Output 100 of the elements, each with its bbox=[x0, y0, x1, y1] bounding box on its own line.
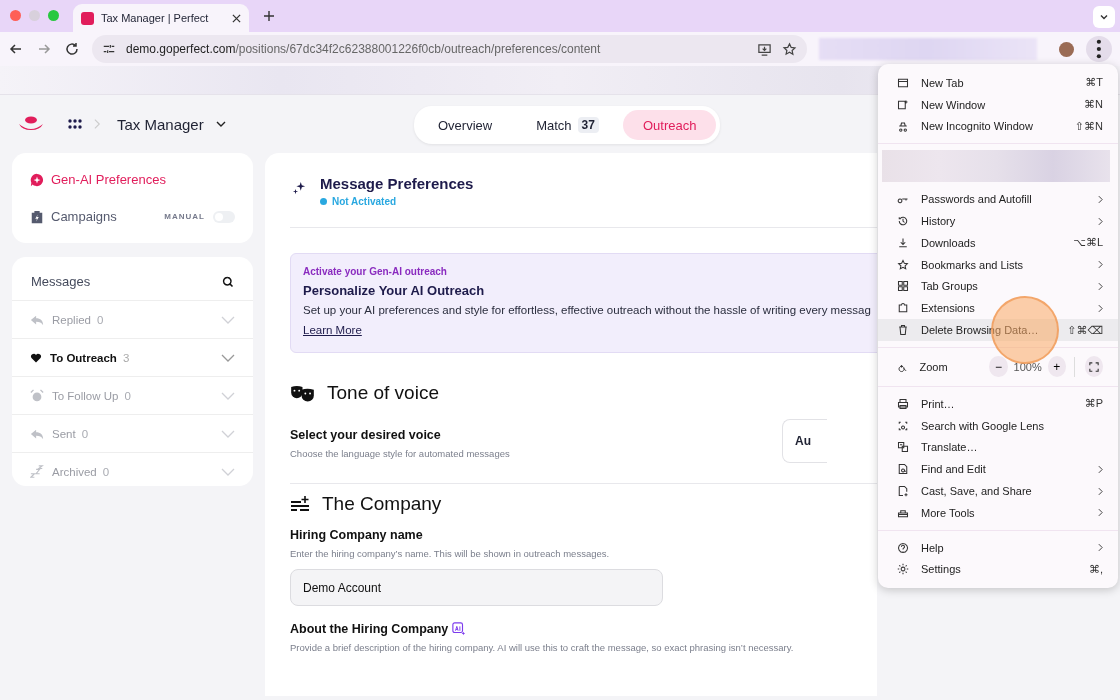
download-icon bbox=[897, 236, 909, 249]
chevron-right-icon bbox=[1098, 508, 1103, 518]
field-label: About the Hiring Company bbox=[290, 622, 449, 636]
menu-item[interactable]: New Tab ⌘T bbox=[878, 72, 1118, 94]
sidebar-nav-item[interactable]: Campaigns bbox=[30, 209, 165, 224]
folder-row[interactable]: To Outreach 3 bbox=[12, 339, 253, 377]
address-bar[interactable]: demo.goperfect.com/positions/67dc34f2c62388001226f0cb/outreach/preferences/content bbox=[92, 35, 808, 63]
chevron-right-icon bbox=[1098, 464, 1103, 474]
status-label: Not Activated bbox=[320, 196, 474, 207]
count-badge: 37 bbox=[577, 117, 599, 133]
star-icon bbox=[897, 258, 909, 271]
panel-title: Messages bbox=[31, 274, 91, 289]
menu-item[interactable]: History bbox=[878, 210, 1118, 232]
field-label: Select your desired voice bbox=[290, 427, 442, 442]
menu-item[interactable]: Settings ⌘, bbox=[878, 558, 1118, 581]
reload-icon[interactable] bbox=[64, 41, 80, 57]
view-tab[interactable]: Match 37 bbox=[516, 110, 619, 140]
menu-item[interactable]: More Tools bbox=[878, 501, 1118, 524]
field-hint: Choose the language style for automated messages bbox=[290, 447, 510, 459]
zoom-out-button[interactable]: − bbox=[989, 356, 1008, 378]
lens-icon bbox=[897, 419, 909, 432]
favicon-icon bbox=[81, 11, 94, 25]
more-icon[interactable] bbox=[1086, 36, 1112, 62]
translate-icon bbox=[897, 441, 909, 454]
browser-tab[interactable]: Tax Manager | Perfect bbox=[73, 4, 249, 32]
chevron-right-icon bbox=[1098, 260, 1103, 270]
menu-item[interactable]: Search with Google Lens bbox=[878, 414, 1118, 437]
sliders-sparkle-icon bbox=[290, 495, 310, 513]
close-icon[interactable] bbox=[232, 13, 241, 23]
zoom-in-button[interactable]: + bbox=[1047, 356, 1066, 378]
help-icon bbox=[897, 541, 909, 554]
sparkle-chat-icon bbox=[30, 172, 44, 187]
sidebar-nav-item[interactable]: Gen-AI Preferences bbox=[30, 172, 235, 187]
menu-label: Zoom bbox=[919, 360, 949, 373]
chevron-right-icon bbox=[1098, 303, 1103, 313]
ai-sparkle-icon bbox=[452, 622, 467, 636]
heart-icon bbox=[30, 351, 42, 364]
tab-icon bbox=[897, 76, 909, 89]
menu-item[interactable]: Extensions bbox=[878, 297, 1118, 320]
install-icon[interactable] bbox=[757, 41, 773, 57]
menu-item[interactable]: New Window ⌘N bbox=[878, 93, 1118, 116]
search-icon[interactable] bbox=[222, 275, 234, 288]
site-settings-icon[interactable] bbox=[102, 42, 116, 56]
fullscreen-icon bbox=[1088, 361, 1099, 372]
field-hint: Enter the hiring company’s name. This will be shown in outreach messages. bbox=[290, 548, 611, 559]
menu-item[interactable]: Cast, Save, and Share bbox=[878, 480, 1118, 502]
banner-text: Set up your AI preferences and style for effortless, effective outreach without the hassle of writing every messag bbox=[303, 304, 872, 316]
menu-item[interactable]: Find and Edit bbox=[878, 458, 1118, 481]
url-text: demo.goperfect.com/positions/67dc34f2c62388001226f0cb/outreach/preferences/content bbox=[126, 42, 602, 56]
menu-item[interactable]: Translate… bbox=[878, 436, 1118, 459]
chevron-right-icon bbox=[1098, 216, 1103, 226]
page-title: Message Preferences bbox=[320, 175, 474, 192]
new-tab-icon[interactable] bbox=[263, 10, 275, 22]
chevron-down-icon bbox=[1099, 12, 1109, 22]
incognito-icon bbox=[897, 120, 909, 133]
view-tab[interactable]: Outreach bbox=[622, 110, 717, 140]
history-icon bbox=[897, 215, 909, 228]
apps-grid-icon[interactable] bbox=[68, 119, 82, 129]
chevron-right-icon bbox=[1098, 543, 1103, 553]
menu-item[interactable]: New Incognito Window ⇧⌘N bbox=[878, 115, 1118, 138]
puzzle-icon bbox=[897, 302, 909, 315]
section-title: Tone of voice bbox=[327, 382, 439, 404]
battery-bolt-icon bbox=[30, 209, 44, 224]
avatar[interactable] bbox=[1059, 41, 1075, 57]
chevron-down-icon bbox=[221, 429, 235, 438]
learn-more-link[interactable]: Learn More bbox=[303, 324, 362, 336]
chevron-down-icon bbox=[221, 467, 235, 476]
menu-item[interactable]: Passwords and Autofill bbox=[878, 188, 1118, 211]
company-name-field[interactable]: Demo Account bbox=[290, 569, 663, 606]
alarm-clock-icon bbox=[30, 388, 44, 403]
chevron-right-icon bbox=[1098, 486, 1103, 496]
tab-search-button[interactable] bbox=[1093, 6, 1115, 28]
fullscreen-button[interactable] bbox=[1084, 356, 1103, 378]
sparkle-icon bbox=[292, 181, 306, 195]
trash-icon bbox=[897, 324, 909, 337]
chevron-down-icon bbox=[215, 121, 226, 127]
banner-eyebrow: Activate your Gen-AI outreach bbox=[303, 266, 448, 277]
zoom-level: 100% bbox=[1012, 360, 1043, 373]
sleep-icon bbox=[30, 464, 44, 479]
menu-item[interactable]: Print… ⌘P bbox=[878, 392, 1118, 415]
menu-item[interactable]: Help bbox=[878, 536, 1118, 559]
mode-label: MANUAL bbox=[164, 212, 205, 221]
logo-icon bbox=[18, 116, 44, 132]
position-dropdown[interactable]: Tax Manager bbox=[113, 115, 230, 133]
chevron-down-icon bbox=[221, 391, 235, 400]
voice-select[interactable]: Au bbox=[782, 419, 827, 463]
gear-icon bbox=[897, 563, 909, 576]
chevron-down-icon bbox=[221, 353, 235, 362]
theater-masks-icon bbox=[290, 384, 315, 402]
window-icon bbox=[897, 98, 909, 111]
field-hint: Provide a brief description of the hiring company. AI will use this to craft the message, so exact phrasing isn’t necessary. bbox=[290, 642, 795, 653]
menu-item[interactable]: Bookmarks and Lists bbox=[878, 253, 1118, 276]
view-tab[interactable]: Overview bbox=[418, 110, 513, 140]
banner-title: Personalize Your AI Outreach bbox=[303, 283, 486, 298]
menu-item[interactable]: Downloads ⌥⌘L bbox=[878, 232, 1118, 254]
section-title: The Company bbox=[322, 493, 442, 515]
menu-item[interactable]: Tab Groups bbox=[878, 275, 1118, 298]
chevron-right-icon bbox=[94, 118, 101, 130]
star-icon[interactable] bbox=[782, 41, 798, 57]
find-icon bbox=[897, 463, 909, 476]
